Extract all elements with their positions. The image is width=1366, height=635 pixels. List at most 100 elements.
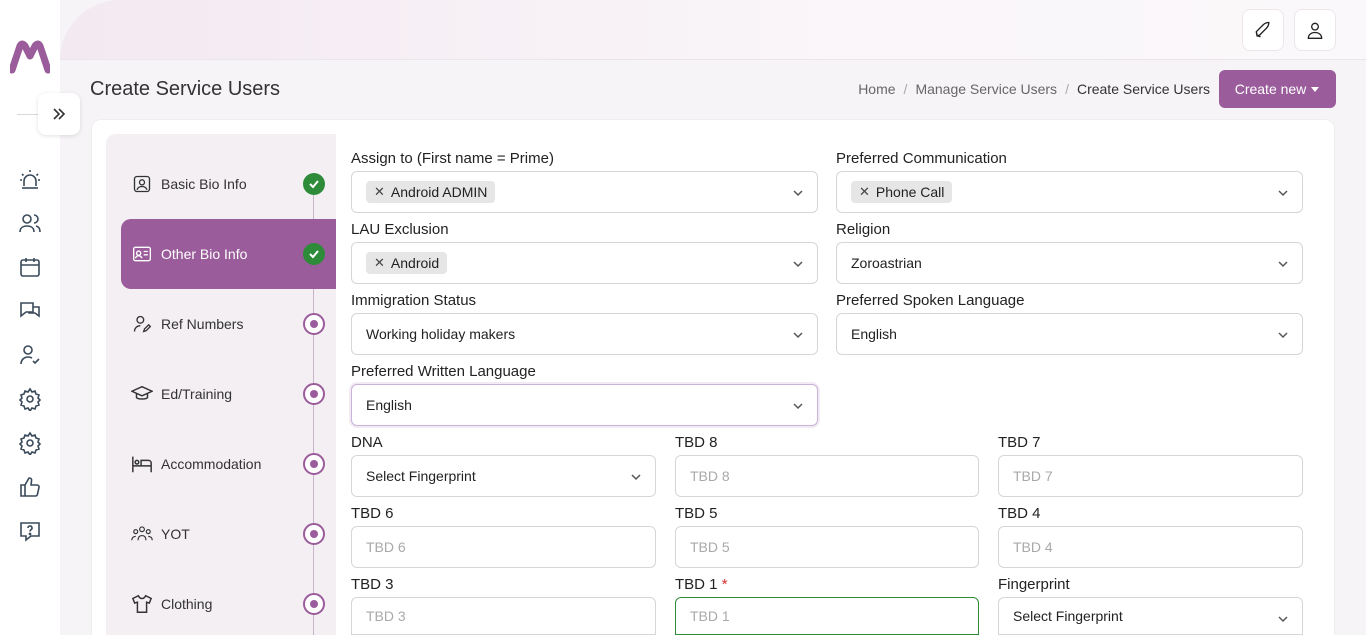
create-new-label: Create new (1234, 81, 1307, 97)
user-check-icon[interactable] (18, 343, 42, 367)
step-pending-icon (303, 313, 325, 335)
tbd3-input[interactable] (366, 608, 655, 624)
tbd6-input[interactable] (366, 539, 655, 555)
tbd4-label: TBD 4 (998, 505, 1041, 522)
religion-value: Zoroastrian (851, 255, 922, 271)
breadcrumb-manage-service-users[interactable]: Manage Service Users (915, 81, 1057, 97)
step-ref-numbers[interactable]: Ref Numbers (121, 289, 336, 359)
tbd1-field[interactable] (675, 597, 979, 635)
group-icon (131, 523, 153, 545)
step-ed-training[interactable]: Ed/Training (121, 359, 336, 429)
selected-chip: ✕ Android (366, 252, 448, 274)
thumbs-up-icon[interactable] (18, 475, 42, 499)
tbd1-label: TBD 1 * (675, 576, 728, 593)
calendar-icon[interactable] (18, 255, 42, 279)
remove-chip-icon[interactable]: ✕ (374, 255, 385, 271)
assign-to-select[interactable]: ✕ Android ADMIN (351, 171, 818, 213)
step-basic-bio-info[interactable]: Basic Bio Info (121, 149, 336, 219)
preferred-spoken-language-value: English (851, 326, 897, 342)
preferred-communication-label: Preferred Communication (836, 150, 1007, 167)
app-logo[interactable] (10, 40, 50, 76)
chevron-down-icon (1278, 261, 1288, 268)
step-clothing[interactable]: Clothing (121, 569, 336, 635)
users-icon[interactable] (18, 211, 42, 235)
tbd5-input[interactable] (690, 539, 978, 555)
dna-value: Select Fingerprint (366, 468, 476, 484)
tbd6-field[interactable] (351, 526, 656, 568)
tbd7-input[interactable] (1013, 468, 1302, 484)
settings-icon[interactable] (18, 431, 42, 455)
religion-select[interactable]: Zoroastrian (836, 242, 1303, 284)
create-new-button[interactable]: Create new (1219, 70, 1336, 108)
dna-label: DNA (351, 434, 383, 451)
step-pending-icon (303, 383, 325, 405)
step-other-bio-info[interactable]: Other Bio Info (121, 219, 336, 289)
step-pending-icon (303, 523, 325, 545)
preferred-written-language-label: Preferred Written Language (351, 363, 536, 380)
notifications-button[interactable] (1242, 9, 1284, 51)
tbd7-field[interactable] (998, 455, 1303, 497)
topbar (60, 0, 1366, 60)
step-label: Clothing (161, 596, 213, 612)
chevron-down-icon (1278, 190, 1288, 197)
preferred-spoken-language-select[interactable]: English (836, 313, 1303, 355)
breadcrumb-separator: / (903, 81, 908, 97)
caret-down-icon (1311, 87, 1320, 92)
lau-exclusion-select[interactable]: ✕ Android (351, 242, 818, 284)
tbd4-input[interactable] (1013, 539, 1302, 555)
profile-button[interactable] (1294, 9, 1336, 51)
preferred-written-language-value: English (366, 397, 412, 413)
expand-sidebar-button[interactable] (38, 93, 80, 135)
remove-chip-icon[interactable]: ✕ (859, 184, 870, 200)
chevron-down-icon (793, 190, 803, 197)
step-label: Ed/Training (161, 386, 233, 402)
immigration-status-select[interactable]: Working holiday makers (351, 313, 818, 355)
tbd8-field[interactable] (675, 455, 979, 497)
bed-icon (131, 453, 153, 475)
chip-label: Phone Call (875, 184, 945, 200)
tbd6-label: TBD 6 (351, 505, 394, 522)
graduation-cap-icon (131, 383, 153, 405)
rocket-icon (1255, 21, 1270, 38)
step-accommodation[interactable]: Accommodation (121, 429, 336, 499)
preferred-written-language-select[interactable]: English (351, 384, 818, 426)
breadcrumb: Home / Manage Service Users / Create Ser… (858, 81, 1210, 97)
dna-select[interactable]: Select Fingerprint (351, 455, 656, 497)
check-circle-icon (303, 243, 325, 265)
required-marker: * (721, 576, 728, 593)
chat-icon[interactable] (18, 299, 42, 323)
user-icon (1307, 22, 1323, 39)
check-circle-icon (303, 173, 325, 195)
step-pending-icon (303, 593, 325, 615)
alarm-icon[interactable] (18, 168, 42, 192)
chevron-down-icon (793, 261, 803, 268)
tbd8-input[interactable] (690, 468, 978, 484)
help-icon[interactable] (18, 519, 42, 543)
remove-chip-icon[interactable]: ✕ (374, 184, 385, 200)
breadcrumb-separator: / (1065, 81, 1069, 97)
fingerprint-select[interactable]: Select Fingerprint (998, 597, 1303, 635)
tbd8-label: TBD 8 (675, 434, 718, 451)
fingerprint-label: Fingerprint (998, 576, 1070, 593)
chevron-down-icon (1278, 332, 1288, 339)
step-label: Ref Numbers (161, 316, 244, 332)
settings-icon[interactable] (18, 387, 42, 411)
tbd4-field[interactable] (998, 526, 1303, 568)
breadcrumb-home[interactable]: Home (858, 81, 895, 97)
chip-label: Android ADMIN (390, 184, 488, 200)
tbd1-label-text: TBD 1 (675, 576, 718, 593)
id-card-icon (131, 243, 153, 265)
chip-label: Android (390, 255, 440, 271)
chevron-down-icon (793, 403, 803, 410)
preferred-communication-select[interactable]: ✕ Phone Call (836, 171, 1303, 213)
breadcrumb-current: Create Service Users (1076, 81, 1210, 97)
step-label: Basic Bio Info (161, 176, 247, 192)
rail-divider (17, 114, 39, 115)
tbd3-field[interactable] (351, 597, 656, 635)
tbd7-label: TBD 7 (998, 434, 1041, 451)
tbd1-input[interactable] (690, 608, 978, 624)
step-label: Other Bio Info (161, 246, 248, 262)
step-label: Accommodation (161, 456, 262, 472)
tbd5-field[interactable] (675, 526, 979, 568)
step-yot[interactable]: YOT (121, 499, 336, 569)
